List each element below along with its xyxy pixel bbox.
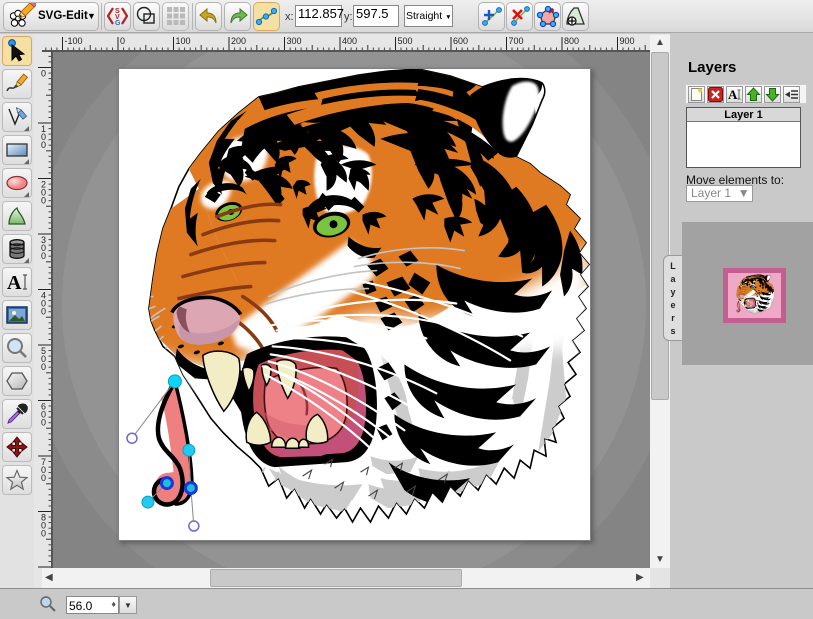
svg-text:800: 800 — [564, 36, 579, 46]
svg-text:0: 0 — [41, 529, 46, 539]
svg-text:100: 100 — [176, 36, 191, 46]
svg-text:500: 500 — [398, 36, 413, 46]
svg-text:900: 900 — [620, 36, 635, 46]
svg-text:0: 0 — [41, 69, 46, 79]
svg-text:A: A — [7, 272, 22, 294]
svg-text:0: 0 — [41, 140, 46, 150]
svg-text:300: 300 — [287, 36, 302, 46]
svg-text:200: 200 — [231, 36, 246, 46]
svg-text:0: 0 — [41, 251, 46, 261]
svg-text:0: 0 — [41, 418, 46, 428]
svg-text:0: 0 — [41, 196, 46, 206]
svg-text:400: 400 — [342, 36, 357, 46]
svg-text:600: 600 — [453, 36, 468, 46]
svg-text:0: 0 — [120, 36, 125, 46]
svg-text:-100: -100 — [65, 36, 83, 46]
svg-text:0: 0 — [41, 307, 46, 317]
svg-text:0: 0 — [41, 362, 46, 372]
svg-text:A: A — [728, 87, 738, 102]
svg-text:0: 0 — [41, 473, 46, 483]
svg-text:G: G — [115, 20, 121, 27]
svg-text:700: 700 — [509, 36, 524, 46]
